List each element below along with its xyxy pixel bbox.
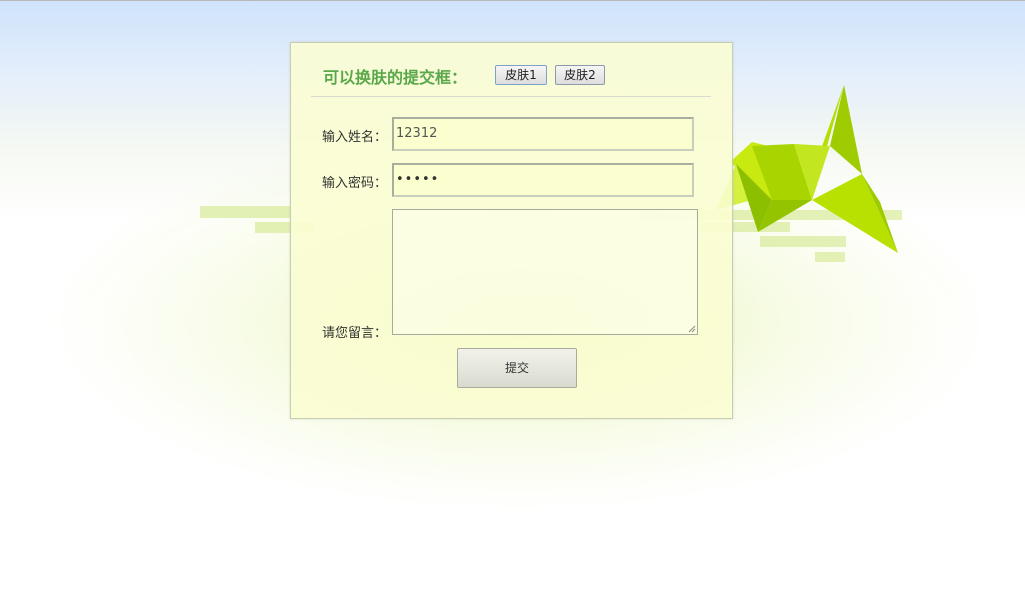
paper-crane-icon (716, 85, 898, 253)
password-input[interactable]: ••••• (392, 163, 694, 197)
comment-form-panel: 可以换肤的提交框： 皮肤1 皮肤2 输入姓名： 12312 输入密码： ••••… (290, 42, 733, 419)
resize-grip-icon[interactable] (688, 325, 696, 333)
title-divider (311, 96, 711, 97)
form-title: 可以换肤的提交框： (323, 68, 468, 87)
name-label: 输入姓名： (322, 130, 388, 145)
name-input[interactable]: 12312 (392, 117, 694, 151)
message-textarea[interactable] (392, 209, 698, 335)
background-strip (200, 206, 292, 218)
submit-button[interactable]: 提交 (457, 348, 577, 388)
skin-2-button[interactable]: 皮肤2 (555, 65, 605, 85)
message-label: 请您留言： (322, 326, 388, 341)
skin-1-button[interactable]: 皮肤1 (495, 65, 547, 85)
password-label: 输入密码： (322, 176, 388, 191)
